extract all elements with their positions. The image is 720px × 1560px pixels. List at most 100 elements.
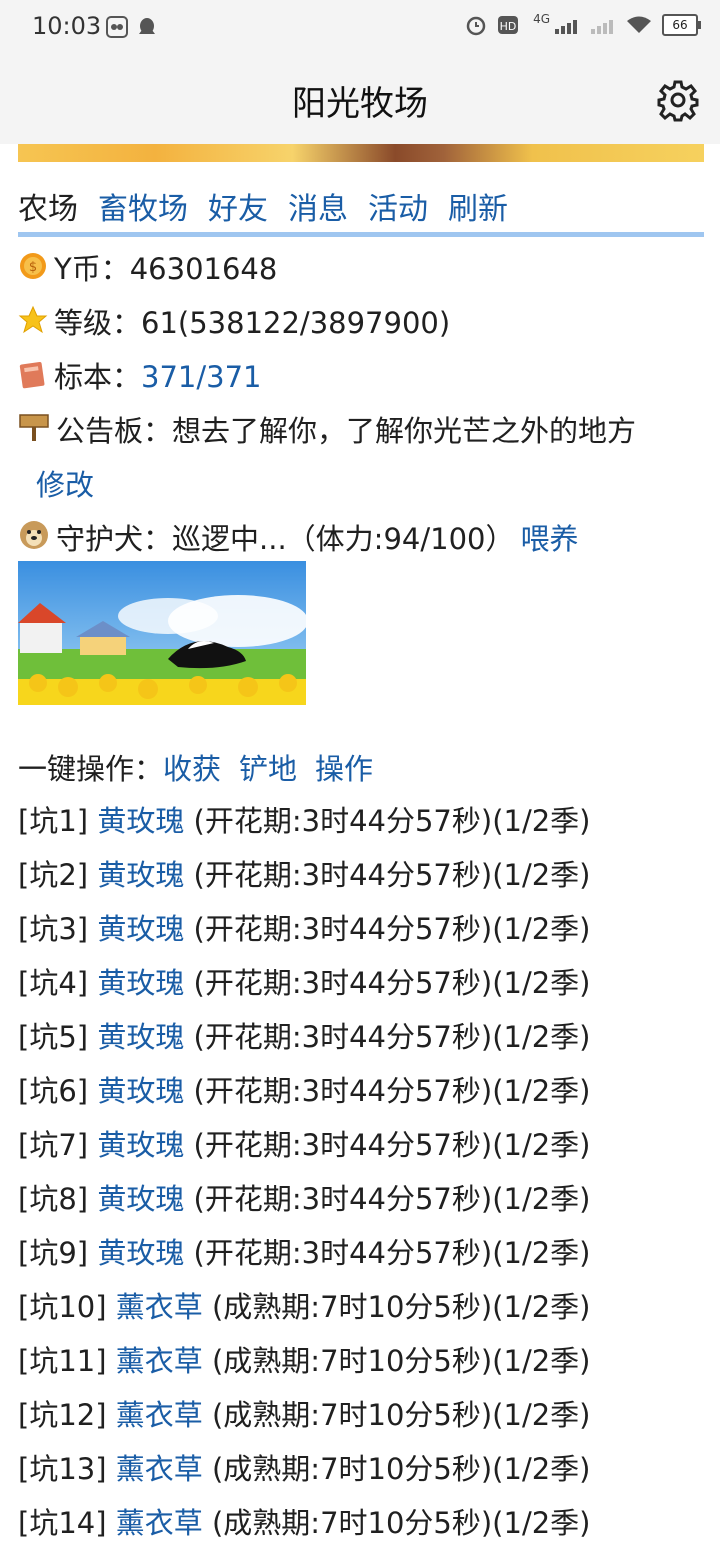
plot-status: (成熟期:7时10分5秒)(1/2季): [211, 1452, 591, 1486]
plot-crop-link[interactable]: 黄玫瑰: [97, 1236, 184, 1270]
plot-id: [坑6]: [18, 1074, 89, 1108]
plot-crop-link[interactable]: 薰衣草: [116, 1506, 203, 1540]
plot-row: [坑4] 黄玫瑰 (开花期:3时44分57秒)(1/2季): [18, 956, 591, 1010]
coins-row: $ Y币：46301648: [18, 246, 277, 288]
plot-row: [坑13] 薰衣草 (成熟期:7时10分5秒)(1/2季): [18, 1442, 591, 1496]
plot-row: [坑12] 薰衣草 (成熟期:7时10分5秒)(1/2季): [18, 1388, 591, 1442]
plot-crop-link[interactable]: 黄玫瑰: [97, 1128, 184, 1162]
plot-row: [坑11] 薰衣草 (成熟期:7时10分5秒)(1/2季): [18, 1334, 591, 1388]
status-time: 10:03: [32, 12, 102, 40]
plot-id: [坑10]: [18, 1290, 107, 1324]
nav-underline: [18, 232, 704, 237]
page-title: 阳光牧场: [292, 84, 428, 124]
one-key-label: 一键操作：: [18, 752, 164, 786]
status-bar: 10:03 HD 4G 66: [0, 0, 720, 56]
harvest-all-link[interactable]: 收获: [163, 752, 221, 786]
plot-status: (开花期:3时44分57秒)(1/2季): [193, 1128, 591, 1162]
plot-status: (开花期:3时44分57秒)(1/2季): [193, 1020, 591, 1054]
plot-status: (开花期:3时44分57秒)(1/2季): [193, 966, 591, 1000]
specimen-box-icon: [19, 361, 45, 389]
app-title-bar: 阳光牧场: [0, 56, 720, 144]
plot-crop-link[interactable]: 薰衣草: [116, 1398, 203, 1432]
dog-label: 守护犬：: [56, 522, 173, 556]
main-nav: 农场 畜牧场 好友 消息 活动 刷新: [18, 184, 704, 232]
star-icon: [18, 305, 48, 334]
specimen-label: 标本：: [54, 360, 142, 394]
plot-status: (开花期:3时44分57秒)(1/2季): [193, 1074, 591, 1108]
board-label: 公告板：: [56, 414, 173, 448]
plot-crop-link[interactable]: 薰衣草: [116, 1452, 203, 1486]
plot-id: [坑1]: [18, 804, 89, 838]
plot-status: (开花期:3时44分57秒)(1/2季): [193, 912, 591, 946]
one-key-ops-row: 一键操作：收获 铲地 操作: [18, 746, 373, 788]
shovel-all-link[interactable]: 铲地: [239, 752, 297, 786]
plot-id: [坑13]: [18, 1452, 107, 1486]
board-edit-link[interactable]: 修改: [36, 468, 94, 502]
operate-all-link[interactable]: 操作: [315, 752, 373, 786]
plot-status: (开花期:3时44分57秒)(1/2季): [193, 1182, 591, 1216]
settings-gear-icon[interactable]: [656, 78, 700, 122]
alarm-icon: [466, 16, 486, 36]
notice-board-row: 公告板：想去了解你，了解你光芒之外的地方: [18, 408, 636, 450]
plot-row: [坑5] 黄玫瑰 (开花期:3时44分57秒)(1/2季): [18, 1010, 591, 1064]
plot-id: [坑12]: [18, 1398, 107, 1432]
coins-label: Y币：: [54, 252, 130, 286]
plot-row: [坑6] 黄玫瑰 (开花期:3时44分57秒)(1/2季): [18, 1064, 591, 1118]
plot-row: [坑14] 薰衣草 (成熟期:7时10分5秒)(1/2季): [18, 1496, 591, 1550]
wifi-icon: [627, 16, 651, 33]
plot-status: (开花期:3时44分57秒)(1/2季): [193, 1236, 591, 1270]
nav-item-farm: 农场: [18, 192, 78, 227]
nav-item-ranch[interactable]: 畜牧场: [98, 184, 188, 232]
nav-item-events[interactable]: 活动: [368, 184, 428, 232]
plot-row: [坑1] 黄玫瑰 (开花期:3时44分57秒)(1/2季): [18, 794, 591, 848]
plot-crop-link[interactable]: 黄玫瑰: [97, 912, 184, 946]
plot-crop-link[interactable]: 黄玫瑰: [97, 1020, 184, 1054]
nav-item-messages[interactable]: 消息: [288, 184, 348, 232]
plot-crop-link[interactable]: 薰衣草: [116, 1344, 203, 1378]
plot-row: [坑10] 薰衣草 (成熟期:7时10分5秒)(1/2季): [18, 1280, 591, 1334]
plot-status: (成熟期:7时10分5秒)(1/2季): [211, 1398, 591, 1432]
level-label: 等级：: [54, 306, 142, 340]
svg-text:$: $: [29, 260, 37, 275]
hd-icon: HD: [498, 16, 519, 34]
plot-status: (开花期:3时44分57秒)(1/2季): [193, 858, 591, 892]
plot-id: [坑2]: [18, 858, 89, 892]
specimen-link[interactable]: 371/371: [141, 360, 261, 394]
guard-dog-row: 守护犬：巡逻中...（体力:94/100） 喂养: [18, 516, 578, 558]
plot-id: [坑8]: [18, 1182, 89, 1216]
plot-crop-link[interactable]: 黄玫瑰: [97, 1182, 184, 1216]
gallery-icon: [106, 16, 128, 38]
guard-dog-image: [18, 561, 306, 705]
farm-banner-image: [18, 144, 704, 162]
plot-id: [坑7]: [18, 1128, 89, 1162]
plot-row: [坑7] 黄玫瑰 (开花期:3时44分57秒)(1/2季): [18, 1118, 591, 1172]
plot-status: (成熟期:7时10分5秒)(1/2季): [211, 1290, 591, 1324]
plot-crop-link[interactable]: 黄玫瑰: [97, 966, 184, 1000]
network-type: 4G: [533, 12, 550, 26]
battery-level: 66: [672, 18, 688, 32]
dog-face-icon: [20, 521, 48, 549]
plot-status: (开花期:3时44分57秒)(1/2季): [193, 804, 591, 838]
plot-id: [坑3]: [18, 912, 89, 946]
plot-status: (成熟期:7时10分5秒)(1/2季): [211, 1506, 591, 1540]
plot-crop-link[interactable]: 薰衣草: [116, 1290, 203, 1324]
plot-id: [坑4]: [18, 966, 89, 1000]
level-value: 61(538122/3897900): [141, 306, 451, 340]
specimen-row: 标本：371/371: [18, 354, 262, 396]
nav-item-refresh[interactable]: 刷新: [448, 184, 508, 232]
plot-row: [坑8] 黄玫瑰 (开花期:3时44分57秒)(1/2季): [18, 1172, 591, 1226]
plot-id: [坑9]: [18, 1236, 89, 1270]
nav-item-friends[interactable]: 好友: [208, 184, 268, 232]
plot-list: [坑1] 黄玫瑰 (开花期:3时44分57秒)(1/2季) [坑2] 黄玫瑰 (…: [18, 794, 591, 1550]
plot-crop-link[interactable]: 黄玫瑰: [97, 858, 184, 892]
plot-row: [坑2] 黄玫瑰 (开花期:3时44分57秒)(1/2季): [18, 848, 591, 902]
plot-crop-link[interactable]: 黄玫瑰: [97, 804, 184, 838]
plot-row: [坑9] 黄玫瑰 (开花期:3时44分57秒)(1/2季): [18, 1226, 591, 1280]
board-message: 想去了解你，了解你光芒之外的地方: [172, 414, 637, 448]
plot-crop-link[interactable]: 黄玫瑰: [97, 1074, 184, 1108]
coins-value: 46301648: [129, 252, 278, 286]
plot-id: [坑14]: [18, 1506, 107, 1540]
plot-status: (成熟期:7时10分5秒)(1/2季): [211, 1344, 591, 1378]
svg-text:HD: HD: [500, 20, 517, 33]
dog-feed-link[interactable]: 喂养: [520, 522, 578, 556]
